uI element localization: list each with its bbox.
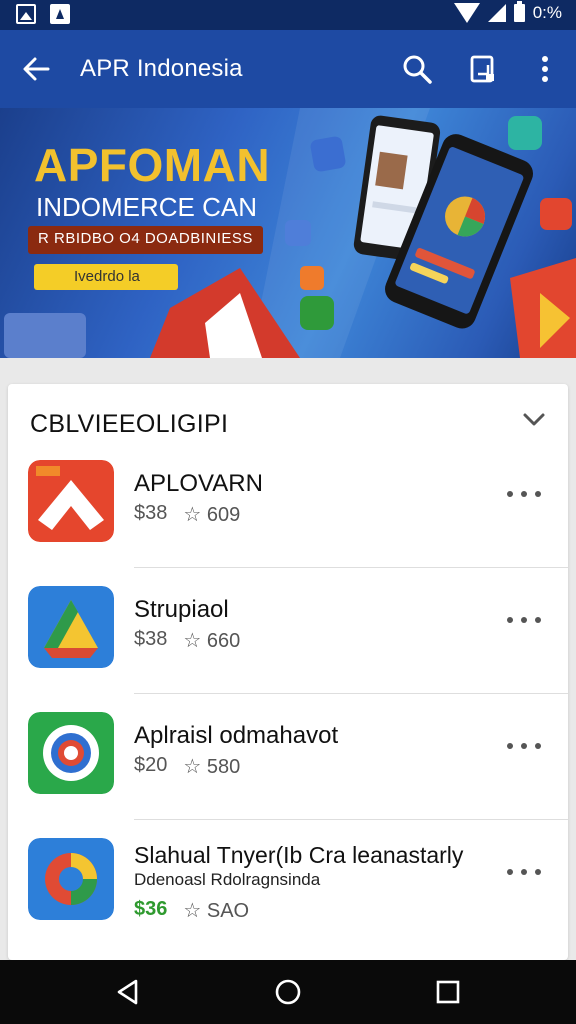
cast-icon[interactable] bbox=[466, 52, 500, 86]
app-price: $38 bbox=[134, 502, 168, 524]
page-title: APR Indonesia bbox=[80, 55, 243, 82]
app-rating-value: 660 bbox=[206, 630, 241, 652]
status-right-icons: 0:% bbox=[453, 1, 562, 23]
banner-tag: R RBIDBO O4 DOADBINIESS bbox=[28, 226, 263, 254]
more-horiz-icon[interactable] bbox=[506, 740, 542, 752]
banner-title: APFOMAN bbox=[34, 139, 271, 191]
app-rating-value: SAO bbox=[206, 900, 250, 922]
search-icon[interactable] bbox=[400, 52, 434, 86]
triangle-drive-icon bbox=[28, 586, 114, 668]
app-rating: ☆ 609 bbox=[183, 502, 240, 527]
system-nav-bar bbox=[0, 960, 576, 1024]
list-item[interactable]: Aplraisl odmahavot $20 ☆ 580 bbox=[8, 694, 568, 820]
app-name: Aplraisl odmahavot bbox=[134, 722, 339, 749]
app-name: Slahual Tnyer(Ib Cra leanastarly bbox=[134, 842, 464, 868]
battery-icon bbox=[513, 1, 525, 22]
app-name: APLOVARN bbox=[134, 470, 263, 497]
app-list-card: CBLVIEEOLIGIPI APLOVARN $38 ☆ 609 Strupi… bbox=[8, 384, 568, 960]
home-circle-icon[interactable] bbox=[274, 978, 302, 1006]
app-rating-value: 580 bbox=[206, 756, 241, 778]
recents-square-icon[interactable] bbox=[434, 978, 462, 1006]
promo-banner[interactable]: APFOMAN INDOMERCE CAN R RBIDBO O4 DOADBI… bbox=[0, 108, 576, 358]
image-icon bbox=[16, 4, 36, 24]
wifi-icon bbox=[453, 3, 480, 23]
section-title: CBLVIEEOLIGIPI bbox=[30, 410, 229, 438]
app-price: $20 bbox=[134, 754, 168, 776]
more-horiz-icon[interactable] bbox=[506, 614, 542, 626]
app-meta: $20 ☆ 580 bbox=[134, 754, 240, 779]
star-icon: ☆ bbox=[183, 756, 202, 778]
colorful-circle-icon bbox=[28, 838, 114, 920]
app-meta: $36 ☆ SAO bbox=[134, 898, 249, 923]
app-rating: ☆ SAO bbox=[183, 898, 249, 923]
back-triangle-icon[interactable] bbox=[114, 978, 142, 1006]
green-gear-icon bbox=[28, 712, 114, 794]
navigation-icon bbox=[50, 4, 70, 24]
app-meta: $38 ☆ 660 bbox=[134, 628, 240, 653]
chevron-down-icon[interactable] bbox=[522, 412, 546, 428]
app-price: $36 bbox=[134, 898, 168, 920]
banner-button[interactable]: Ivedrdo la bbox=[34, 264, 178, 290]
star-icon: ☆ bbox=[183, 504, 202, 526]
more-horiz-icon[interactable] bbox=[506, 866, 542, 878]
app-name: Strupiaol bbox=[134, 596, 229, 623]
list-item[interactable]: Strupiaol $38 ☆ 660 bbox=[8, 568, 568, 694]
list-item[interactable]: APLOVARN $38 ☆ 609 bbox=[8, 442, 568, 568]
more-vert-icon[interactable] bbox=[528, 52, 562, 86]
app-rating: ☆ 660 bbox=[183, 628, 240, 653]
status-left-icons bbox=[16, 4, 70, 24]
more-horiz-icon[interactable] bbox=[506, 488, 542, 500]
app-meta: $38 ☆ 609 bbox=[134, 502, 240, 527]
signal-icon bbox=[487, 4, 506, 22]
banner-subtitle: INDOMERCE CAN bbox=[36, 192, 258, 222]
app-subtitle: Ddenoasl Rdolragnsinda bbox=[134, 870, 321, 889]
status-bar: 0:% bbox=[0, 0, 576, 30]
app-rating-value: 609 bbox=[206, 504, 241, 526]
status-time: 0:% bbox=[532, 3, 562, 22]
star-icon: ☆ bbox=[183, 630, 202, 652]
app-rating: ☆ 580 bbox=[183, 754, 240, 779]
arrow-left-icon[interactable] bbox=[20, 52, 54, 86]
orange-arrow-icon bbox=[28, 460, 114, 542]
app-bar: APR Indonesia bbox=[0, 30, 576, 108]
app-price: $38 bbox=[134, 628, 168, 650]
star-icon: ☆ bbox=[183, 900, 202, 922]
list-item[interactable]: Slahual Tnyer(Ib Cra leanastarly Ddenoas… bbox=[8, 820, 568, 946]
